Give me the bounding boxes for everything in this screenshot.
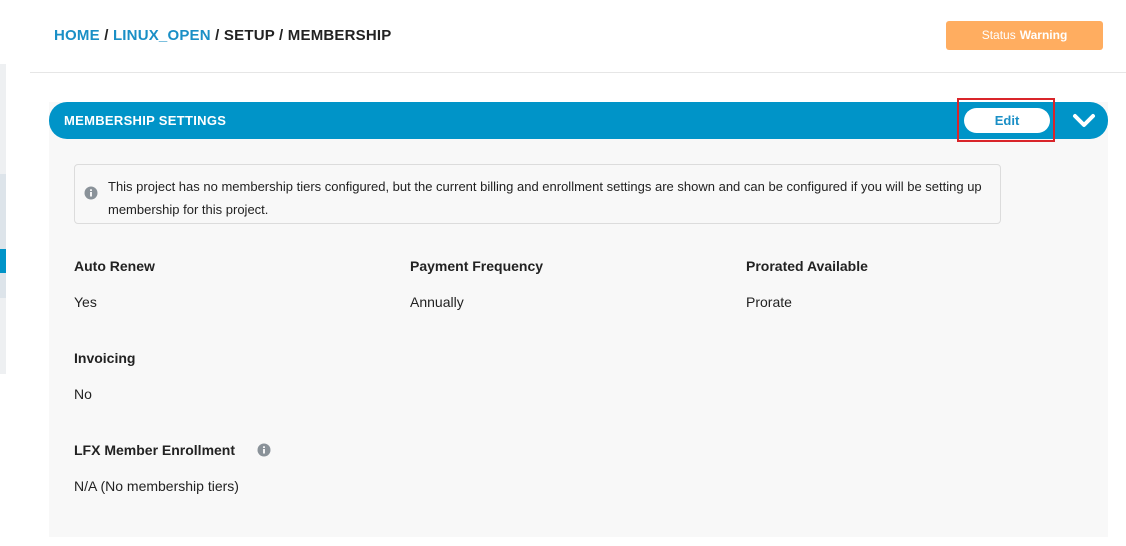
info-icon: [84, 186, 98, 200]
sidebar-item[interactable]: [0, 64, 6, 174]
info-icon[interactable]: [257, 443, 271, 457]
prorated-available-label: Prorated Available: [746, 258, 868, 274]
status-label: Status: [981, 28, 1016, 42]
edit-button[interactable]: Edit: [964, 108, 1050, 133]
lfx-member-enrollment-label: LFX Member Enrollment: [74, 442, 236, 458]
sidebar-item[interactable]: [0, 174, 6, 249]
sidebar-item[interactable]: [0, 273, 6, 298]
chevron-down-icon[interactable]: [1072, 111, 1096, 131]
breadcrumb-separator: /: [215, 27, 224, 44]
status-badge: Status Warning: [946, 21, 1103, 50]
panel-header: MEMBERSHIP SETTINGS Edit: [49, 98, 1108, 142]
prorated-available-value: Prorate: [746, 294, 792, 310]
notice-text: This project has no membership tiers con…: [108, 179, 982, 217]
sidebar: [0, 0, 6, 546]
panel-title: MEMBERSHIP SETTINGS: [64, 113, 227, 128]
breadcrumb-project-link[interactable]: LINUX_OPEN: [113, 27, 211, 44]
auto-renew-value: Yes: [74, 294, 97, 310]
breadcrumb: HOME / LINUX_OPEN / SETUP / MEMBERSHIP: [54, 27, 391, 44]
info-notice: This project has no membership tiers con…: [74, 164, 1001, 224]
membership-page: HOME / LINUX_OPEN / SETUP / MEMBERSHIP S…: [0, 0, 1126, 546]
payment-frequency-label: Payment Frequency: [410, 258, 544, 274]
sidebar-item-active[interactable]: [0, 249, 6, 273]
membership-settings-panel: MEMBERSHIP SETTINGS Edit This project ha…: [49, 98, 1108, 537]
breadcrumb-separator: /: [279, 27, 288, 44]
breadcrumb-home-link[interactable]: HOME: [54, 27, 100, 44]
auto-renew-label: Auto Renew: [74, 258, 155, 274]
breadcrumb-setup: SETUP: [223, 27, 275, 44]
payment-frequency-value: Annually: [410, 294, 464, 310]
breadcrumb-current: MEMBERSHIP: [287, 27, 392, 44]
lfx-member-enrollment-value: N/A (No membership tiers): [74, 478, 239, 494]
page-header: HOME / LINUX_OPEN / SETUP / MEMBERSHIP S…: [30, 0, 1126, 73]
invoicing-value: No: [74, 386, 92, 402]
breadcrumb-separator: /: [104, 27, 113, 44]
status-value: Warning: [1019, 28, 1068, 42]
invoicing-label: Invoicing: [74, 350, 136, 366]
sidebar-item[interactable]: [0, 298, 6, 374]
